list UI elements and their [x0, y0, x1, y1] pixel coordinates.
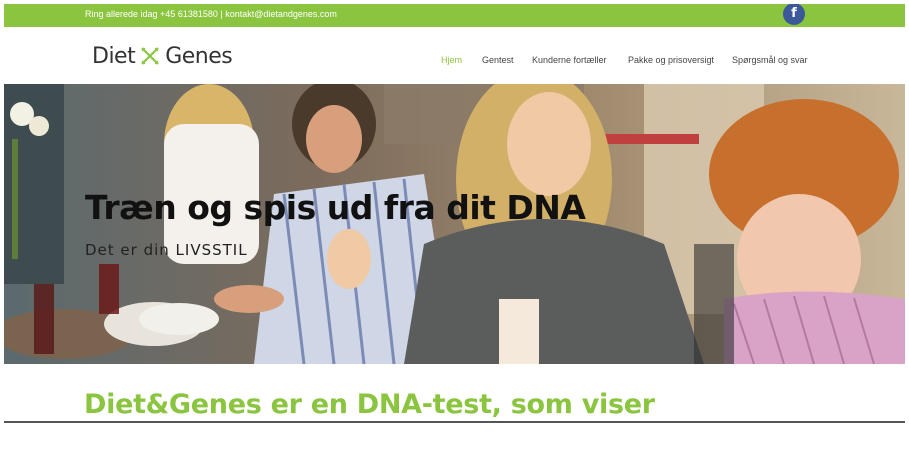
site-header: Diet Genes Hjem Gentest Kunderne fortæll…	[4, 27, 905, 84]
hero-banner: Træn og spis ud fra dit DNA Det er din L…	[4, 84, 905, 364]
nav-item-pakke[interactable]: Pakke og prisoversigt	[628, 55, 714, 65]
nav-item-gentest[interactable]: Gentest	[482, 55, 514, 65]
facebook-icon[interactable]: f	[783, 4, 805, 25]
nav-item-hjem[interactable]: Hjem	[441, 55, 462, 65]
hero-subtitle: Det er din LIVSSTIL	[85, 241, 248, 259]
nav-item-kunderne[interactable]: Kunderne fortæller	[532, 55, 607, 65]
browser-viewport: Ring allerede idag +45 61381580 | kontak…	[4, 4, 905, 457]
site-logo[interactable]: Diet Genes	[92, 43, 233, 69]
logo-word-diet: Diet	[92, 43, 136, 69]
nav-item-faq[interactable]: Spørgsmål og svar	[732, 55, 808, 65]
hero-title: Træn og spis ud fra dit DNA	[85, 188, 586, 227]
contact-info-text: Ring allerede idag +45 61381580 | kontak…	[85, 9, 337, 19]
dna-x-icon	[141, 47, 159, 65]
logo-word-genes: Genes	[165, 43, 233, 69]
section-divider	[4, 421, 905, 423]
section-headline: Diet&Genes er en DNA-test, som viser	[84, 389, 655, 420]
top-contact-bar: Ring allerede idag +45 61381580 | kontak…	[4, 4, 905, 27]
